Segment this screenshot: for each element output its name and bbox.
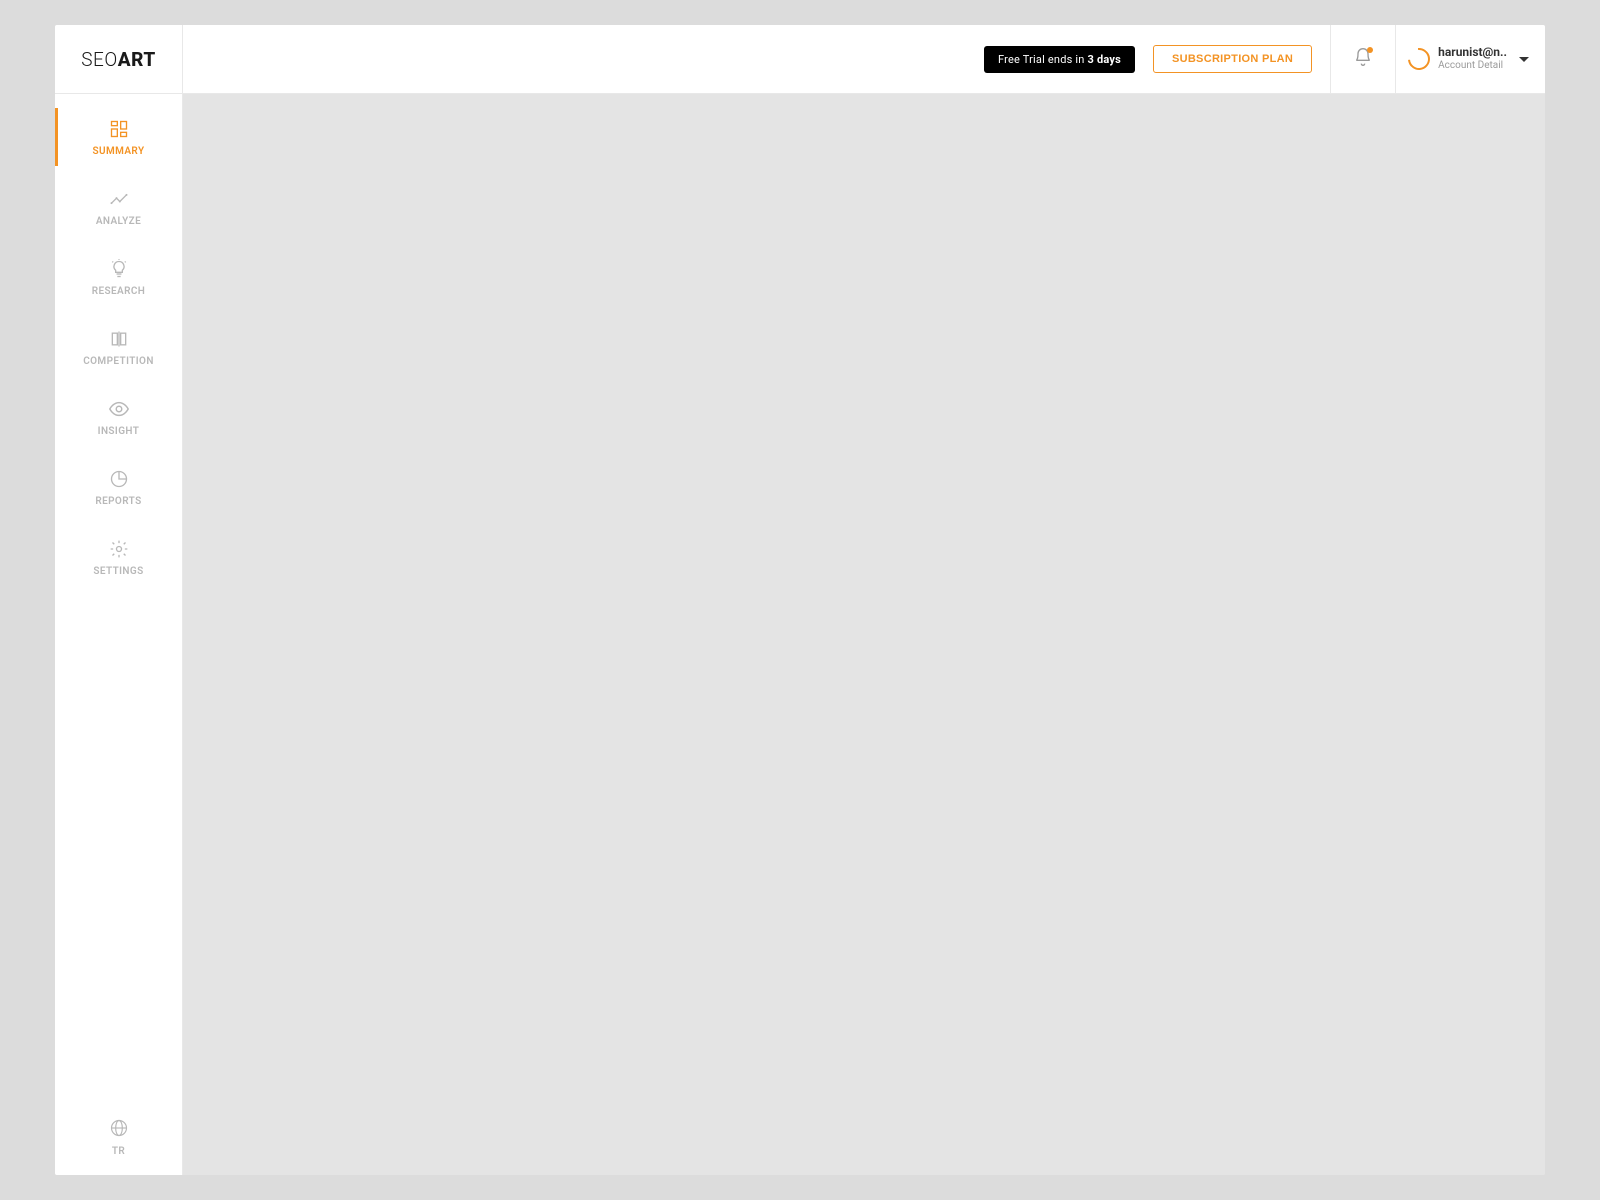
language-switch[interactable]: TR <box>55 1118 182 1157</box>
header: SEOART Free Trial ends in 3 days SUBSCRI… <box>55 25 1545 94</box>
trial-days: 3 days <box>1088 53 1121 66</box>
sidebar: SUMMARY ANALYZE RESEARCH COMPETITION <box>55 94 183 1175</box>
notifications-button[interactable] <box>1330 25 1395 94</box>
sidebar-item-analyze[interactable]: ANALYZE <box>55 172 182 242</box>
logo-part1: SEO <box>81 48 117 71</box>
language-label: TR <box>112 1146 125 1157</box>
piechart-icon <box>108 468 130 490</box>
notification-dot-icon <box>1367 47 1373 53</box>
chevron-down-icon <box>1519 57 1529 62</box>
sidebar-label: SUMMARY <box>93 146 145 157</box>
trial-badge[interactable]: Free Trial ends in 3 days <box>984 46 1135 73</box>
gear-icon <box>108 538 130 560</box>
main-content <box>183 94 1545 1175</box>
eye-icon <box>108 398 130 420</box>
sidebar-item-reports[interactable]: REPORTS <box>55 452 182 522</box>
sidebar-label: REPORTS <box>95 496 141 507</box>
account-sub: Account Detail <box>1438 60 1507 72</box>
sidebar-item-insight[interactable]: INSIGHT <box>55 382 182 452</box>
trend-icon <box>108 188 130 210</box>
globe-icon <box>109 1118 129 1142</box>
sidebar-item-research[interactable]: RESEARCH <box>55 242 182 312</box>
account-menu[interactable]: harunist@n.. Account Detail <box>1395 25 1545 94</box>
grid-icon <box>108 118 130 140</box>
bulb-icon <box>108 258 130 280</box>
sidebar-item-summary[interactable]: SUMMARY <box>55 102 182 172</box>
body: SUMMARY ANALYZE RESEARCH COMPETITION <box>55 94 1545 1175</box>
sidebar-item-settings[interactable]: SETTINGS <box>55 522 182 592</box>
account-text: harunist@n.. Account Detail <box>1438 46 1507 71</box>
trial-prefix: Free Trial ends in <box>998 53 1088 66</box>
account-name: harunist@n.. <box>1438 46 1507 60</box>
sidebar-item-competition[interactable]: COMPETITION <box>55 312 182 382</box>
compare-icon <box>108 328 130 350</box>
sidebar-label: SETTINGS <box>93 566 143 577</box>
sidebar-label: COMPETITION <box>83 356 154 367</box>
subscription-plan-button[interactable]: SUBSCRIPTION PLAN <box>1153 45 1312 73</box>
sidebar-bottom: TR <box>55 1118 182 1175</box>
sidebar-label: RESEARCH <box>92 286 146 297</box>
app-frame: SEOART Free Trial ends in 3 days SUBSCRI… <box>55 25 1545 1175</box>
spinner-icon <box>1404 44 1435 75</box>
logo[interactable]: SEOART <box>55 25 183 94</box>
sidebar-label: INSIGHT <box>98 426 140 437</box>
logo-part2: ART <box>118 48 156 71</box>
sidebar-label: ANALYZE <box>96 216 141 227</box>
